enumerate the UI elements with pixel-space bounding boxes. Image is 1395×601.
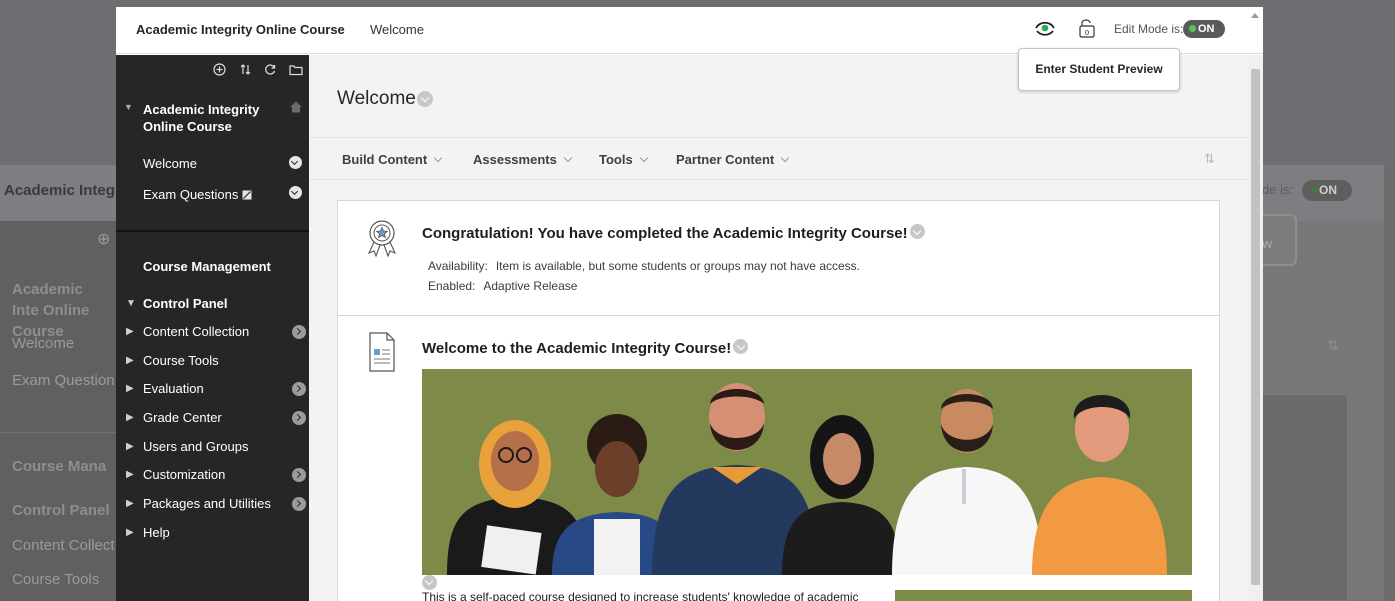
sidebar-item-help[interactable]: Help xyxy=(143,525,170,540)
refresh-icon[interactable] xyxy=(264,63,277,76)
sidebar-link-welcome[interactable]: Welcome xyxy=(143,156,197,171)
description-image xyxy=(895,590,1192,601)
item-title[interactable]: Congratulation! You have completed the A… xyxy=(422,224,925,242)
item-title[interactable]: Welcome to the Academic Integrity Course… xyxy=(422,339,749,357)
background-sort-icon: ⇅ xyxy=(1327,337,1339,353)
sidebar-toolbar xyxy=(213,63,305,79)
scrollbar-thumb[interactable] xyxy=(1251,69,1260,585)
sidebar-separator xyxy=(116,230,309,232)
folder-icon[interactable] xyxy=(289,63,303,76)
expand-caret-icon[interactable]: ▶ xyxy=(126,441,134,452)
background-course-name: Academic Inte Online Course xyxy=(12,281,90,340)
hidden-link-icon xyxy=(242,190,252,200)
edit-mode-label: Edit Mode is: xyxy=(1114,22,1184,36)
sidebar-item-grade-center[interactable]: Grade Center xyxy=(143,410,222,425)
page-title: Welcome xyxy=(337,88,416,109)
expand-caret-icon[interactable]: ▶ xyxy=(126,527,134,538)
background-link-exam: Exam Question xyxy=(12,372,115,389)
expand-caret-icon[interactable]: ▶ xyxy=(126,355,134,366)
sidebar-course-name[interactable]: Academic Integrity Online Course xyxy=(143,101,283,135)
build-content-menu[interactable]: Build Content xyxy=(342,152,443,167)
scrollbar[interactable] xyxy=(1248,55,1263,601)
sort-icon[interactable]: ⇅ xyxy=(1204,151,1215,167)
sidebar-item-packages-and-utilities[interactable]: Packages and Utilities xyxy=(143,496,271,511)
list-item: Welcome to the Academic Integrity Course… xyxy=(338,317,1219,601)
content-collection-go-icon[interactable] xyxy=(292,325,306,339)
course-banner-image xyxy=(422,369,1192,575)
partner-content-menu[interactable]: Partner Content xyxy=(676,152,790,167)
evaluation-go-icon[interactable] xyxy=(292,382,306,396)
background-course-tools: Course Tools xyxy=(12,571,100,588)
sidebar-item-evaluation[interactable]: Evaluation xyxy=(143,381,204,396)
sidebar-item-users-and-groups[interactable]: Users and Groups xyxy=(143,439,249,454)
course-title[interactable]: Academic Integrity Online Course xyxy=(136,22,345,37)
background-scrollbar xyxy=(1384,165,1395,601)
expand-caret-icon[interactable]: ▶ xyxy=(126,412,134,423)
background-content-collection: Content Collect xyxy=(12,537,115,554)
background-add-icon: ⊕ xyxy=(97,231,111,248)
award-icon xyxy=(367,220,397,258)
background-link-welcome: Welcome xyxy=(12,335,75,352)
chevron-down-icon xyxy=(563,153,573,163)
background-edit-mode-label: de is: xyxy=(1262,182,1294,197)
control-panel-caret-icon[interactable]: ▼ xyxy=(126,298,136,309)
action-bar: Build Content Assessments Tools Partner … xyxy=(309,137,1248,180)
sidebar-item-customization[interactable]: Customization xyxy=(143,467,225,482)
grade-center-go-icon[interactable] xyxy=(292,411,306,425)
collapse-caret-icon[interactable]: ▼ xyxy=(124,102,133,112)
expand-caret-icon[interactable]: ▶ xyxy=(126,326,134,337)
background-panel xyxy=(1262,394,1348,601)
student-preview-tooltip: Enter Student Preview xyxy=(1018,48,1180,91)
breadcrumb[interactable]: Welcome xyxy=(370,22,424,37)
course-menu-sidebar: ▼ Academic Integrity Online Course Welco… xyxy=(116,55,309,601)
welcome-options-icon[interactable] xyxy=(289,156,302,169)
svg-text:0: 0 xyxy=(1085,29,1089,37)
background-course-title: Academic Integ xyxy=(4,182,115,199)
content-list: Congratulation! You have completed the A… xyxy=(337,200,1220,601)
customization-go-icon[interactable] xyxy=(292,468,306,482)
edit-mode-toggle[interactable]: ON xyxy=(1183,20,1225,38)
control-panel-heading[interactable]: Control Panel xyxy=(143,296,228,311)
availability-row: Availability: Item is available, but some… xyxy=(428,259,860,273)
scroll-up-arrow-icon[interactable] xyxy=(1251,13,1259,18)
packages-go-icon[interactable] xyxy=(292,497,306,511)
chevron-down-icon xyxy=(639,153,648,163)
top-bar: Academic Integrity Online Course Welcome… xyxy=(116,7,1263,54)
list-item: Congratulation! You have completed the A… xyxy=(338,201,1219,316)
document-icon xyxy=(369,332,395,372)
course-management-heading: Course Management xyxy=(143,259,271,274)
home-icon[interactable] xyxy=(289,100,303,114)
course-window: Academic Integrity Online Course Welcome… xyxy=(116,7,1263,601)
reorder-icon[interactable] xyxy=(239,63,252,76)
unlock-icon[interactable]: 0 xyxy=(1078,17,1096,39)
tools-menu[interactable]: Tools xyxy=(599,152,648,167)
chevron-down-icon xyxy=(780,153,790,163)
chevron-down-icon xyxy=(433,153,443,163)
assessments-menu[interactable]: Assessments xyxy=(473,152,573,167)
item-options-icon[interactable] xyxy=(909,224,925,239)
background-control-panel: Control Panel xyxy=(12,502,110,519)
sidebar-item-course-tools[interactable]: Course Tools xyxy=(143,353,219,368)
item-description: This is a self-paced course designed to … xyxy=(422,590,859,601)
sidebar-item-content-collection[interactable]: Content Collection xyxy=(143,324,249,339)
expand-caret-icon[interactable]: ▶ xyxy=(126,498,134,509)
main-content: Welcome Build Content Assessments Tools … xyxy=(309,55,1248,601)
exam-questions-options-icon[interactable] xyxy=(289,186,302,199)
item-options-icon[interactable] xyxy=(733,339,749,354)
add-menu-item-icon[interactable] xyxy=(213,63,226,76)
description-options-icon[interactable] xyxy=(422,575,437,590)
expand-caret-icon[interactable]: ▶ xyxy=(126,469,134,480)
background-edit-toggle: ON xyxy=(1302,180,1352,201)
expand-caret-icon[interactable]: ▶ xyxy=(126,383,134,394)
student-preview-eye-icon[interactable] xyxy=(1034,17,1056,39)
background-divider xyxy=(0,432,116,433)
background-course-management: Course Mana xyxy=(12,458,107,475)
enabled-row: Enabled: Adaptive Release xyxy=(428,279,578,293)
sidebar-link-exam-questions[interactable]: Exam Questions xyxy=(143,187,252,202)
page-options-icon[interactable] xyxy=(417,91,433,107)
